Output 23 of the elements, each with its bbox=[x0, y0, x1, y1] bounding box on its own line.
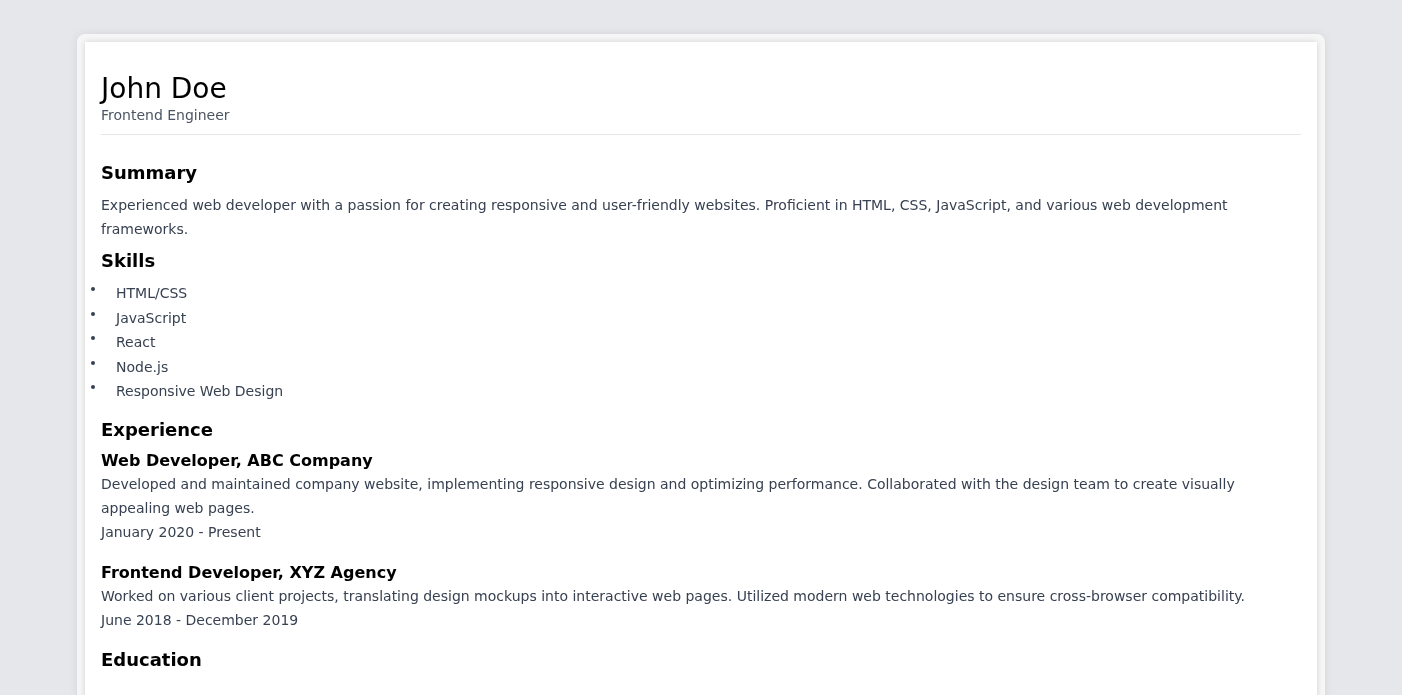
skill-item: Node.js bbox=[116, 357, 169, 377]
section-heading: Experience bbox=[101, 417, 214, 442]
person-name: John Doe bbox=[101, 72, 228, 106]
skill-item: HTML/CSS bbox=[116, 284, 188, 303]
job-role: Frontend Developer, XYZ Agency bbox=[101, 561, 398, 584]
bullet-icon bbox=[91, 287, 95, 291]
skill-item: Responsive Web Design bbox=[116, 382, 284, 401]
bullet-icon bbox=[91, 336, 95, 340]
job-description: Worked on various client projects, translating design mockups into interactive web pages. Utilized modern web technologies to ensure cross-browser compatibility. bbox=[101, 586, 1246, 606]
job-dates: January 2020 - Present bbox=[101, 522, 262, 542]
job-description: Developed and maintained company website, implementing responsive design and optimizing performance. Collaborated with the design team to create visually appealing web pages. bbox=[101, 474, 1236, 518]
section-heading: Education bbox=[101, 647, 203, 672]
job-role: Web Developer, ABC Company bbox=[101, 449, 374, 472]
bullet-icon bbox=[91, 311, 95, 316]
bullet-icon bbox=[91, 385, 95, 389]
summary-text: Experienced web developer with a passion for creating responsive and user-friendly websites. Proficient in HTML, CSS, JavaScript, and various web development frameworks. bbox=[101, 196, 1229, 239]
job-title: Frontend Engineer bbox=[101, 106, 231, 124]
skill-item: JavaScript bbox=[116, 308, 187, 328]
job-dates: June 2018 - December 2019 bbox=[101, 610, 300, 630]
bullet-icon bbox=[91, 360, 95, 365]
section-heading: Summary bbox=[101, 161, 199, 185]
section-heading: Skills bbox=[101, 249, 157, 273]
skill-item: React bbox=[116, 333, 156, 352]
